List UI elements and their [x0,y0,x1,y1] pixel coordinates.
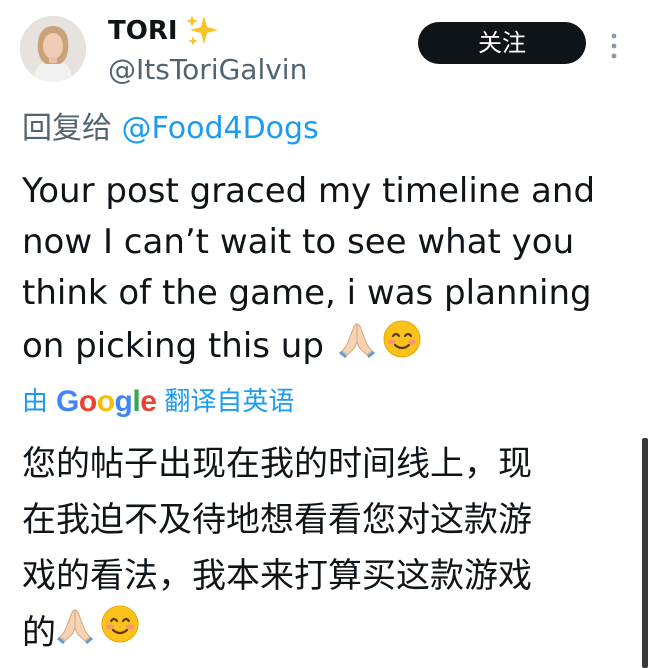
tweet-line-text: on picking this up [22,326,324,366]
translated-line-last: 的 [22,604,622,661]
smiling-face-emoji [100,604,140,661]
translated-line: 戏的看法，我本来打算买这款游戏 [22,556,532,596]
tweet-line: Your post graced my timeline and [22,171,596,211]
tweet-line-last: on picking this up [22,319,622,374]
avatar[interactable] [20,16,86,82]
tweet-line: think of the game, i was planning [22,273,592,313]
folded-hands-emoji [338,320,376,373]
reply-mention-link[interactable]: @Food4Dogs [122,111,319,146]
translated-line: 您的帖子出现在我的时间线上，现 [22,444,532,484]
follow-button[interactable]: 关注 [418,22,586,64]
translation-by-label: 由 [22,387,49,417]
author-name-text: TORI [108,16,178,46]
google-logo: Google [56,385,157,418]
author-display-name[interactable]: TORI [108,14,220,48]
tweet-line: now I can’t wait to see what you [22,222,575,262]
reply-context: 回复给 @Food4Dogs [22,108,319,150]
smiling-face-emoji [382,319,422,374]
author-handle[interactable]: @ItsToriGalvin [108,52,307,88]
more-vertical-icon[interactable] [604,28,624,64]
tweet-text: Your post graced my timeline and now I c… [22,166,622,374]
translated-line: 在我迫不及待地想看看您对这款游 [22,500,532,540]
sparkles-icon [184,14,220,48]
translation-source-label: 翻译自英语 [164,387,295,417]
folded-hands-emoji [56,605,94,661]
reply-prefix: 回复给 [22,111,112,146]
translated-text: 您的帖子出现在我的时间线上，现 在我迫不及待地想看看您对这款游 戏的看法，我本来… [22,436,622,661]
translation-attribution[interactable]: 由 Google 翻译自英语 [22,382,294,422]
translated-line-text: 的 [22,612,56,653]
scrollbar[interactable] [642,438,648,668]
